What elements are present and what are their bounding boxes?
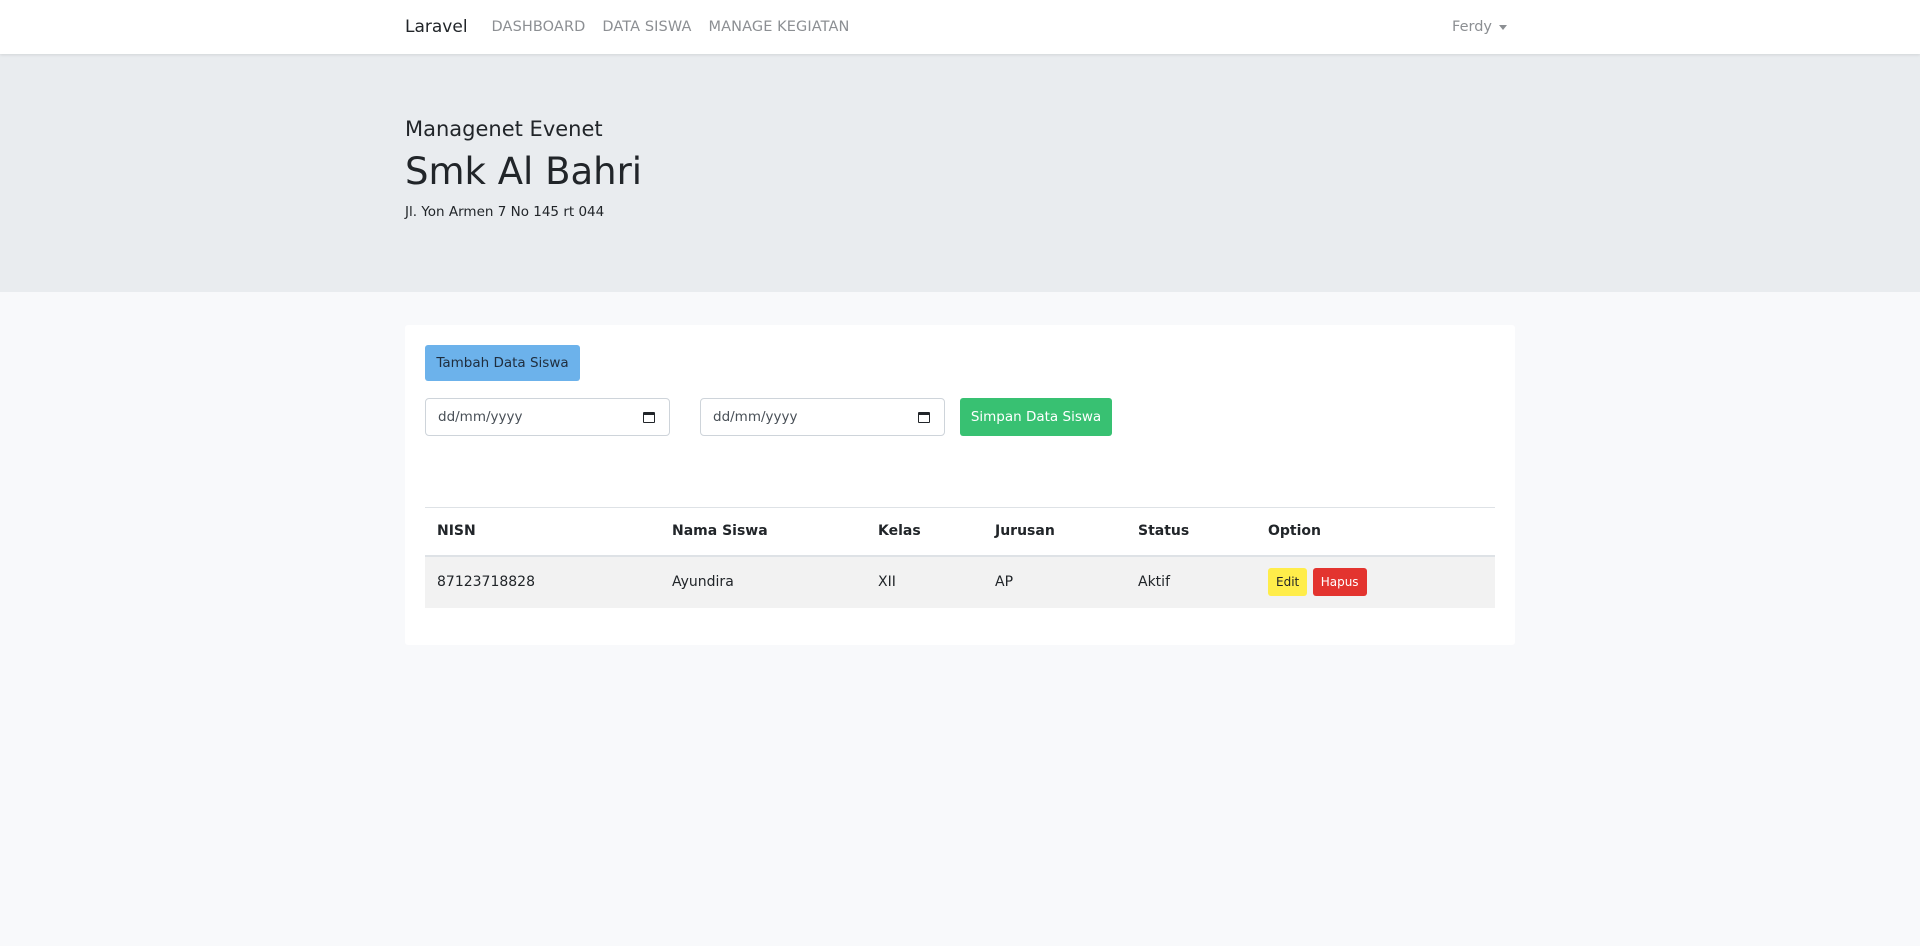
- cell-option: Edit Hapus: [1256, 555, 1495, 608]
- nav-link-data-siswa[interactable]: DATA SISWA: [602, 19, 691, 35]
- end-date-input[interactable]: dd/mm/yyyy: [700, 398, 945, 436]
- column-header-kelas: Kelas: [866, 507, 983, 557]
- start-date-placeholder: dd/mm/yyyy: [438, 409, 523, 425]
- header-subtitle: Managenet Evenet: [405, 117, 603, 141]
- end-date-placeholder: dd/mm/yyyy: [713, 409, 798, 425]
- caret-down-icon: [1499, 24, 1507, 30]
- header-content: Managenet Evenet Smk Al Bahri Jl. Yon Ar…: [405, 117, 642, 220]
- cell-status: Aktif: [1126, 555, 1256, 608]
- navbar-container: Laravel DASHBOARD DATA SISWA MANAGE KEGI…: [405, 0, 1507, 54]
- user-name: Ferdy: [1452, 19, 1492, 35]
- page-title: Smk Al Bahri: [405, 150, 643, 194]
- edit-button[interactable]: Edit: [1268, 568, 1308, 596]
- header-jumbotron: Managenet Evenet Smk Al Bahri Jl. Yon Ar…: [0, 54, 1920, 292]
- cell-nisn: 87123718828: [425, 555, 660, 608]
- cell-jurusan: AP: [983, 555, 1126, 608]
- column-header-nisn: NISN: [425, 507, 660, 557]
- column-header-jurusan: Jurusan: [983, 507, 1126, 557]
- column-header-option: Option: [1256, 507, 1495, 557]
- user-dropdown[interactable]: Ferdy: [1452, 19, 1507, 35]
- table-row: 87123718828 Ayundira XII AP Aktif Edit H…: [425, 555, 1495, 608]
- column-header-nama: Nama Siswa: [660, 507, 866, 557]
- start-date-input[interactable]: dd/mm/yyyy: [425, 398, 670, 436]
- add-student-button[interactable]: Tambah Data Siswa: [425, 345, 580, 381]
- cell-nama: Ayundira: [660, 555, 866, 608]
- top-navbar: Laravel DASHBOARD DATA SISWA MANAGE KEGI…: [0, 0, 1920, 54]
- nav-link-dashboard[interactable]: DASHBOARD: [492, 19, 586, 35]
- brand-link[interactable]: Laravel: [405, 17, 468, 37]
- student-data-card: Tambah Data Siswa dd/mm/yyyy dd/mm/yyyy …: [405, 325, 1515, 645]
- save-student-button[interactable]: Simpan Data Siswa: [960, 398, 1112, 436]
- delete-button[interactable]: Hapus: [1312, 568, 1367, 596]
- table-header-row: NISN Nama Siswa Kelas Jurusan Status Opt…: [425, 507, 1495, 557]
- column-header-status: Status: [1126, 507, 1256, 557]
- calendar-icon[interactable]: [918, 412, 930, 423]
- calendar-icon[interactable]: [643, 412, 655, 423]
- school-address: Jl. Yon Armen 7 No 145 rt 044: [405, 203, 605, 220]
- nav-link-manage-kegiatan[interactable]: MANAGE KEGIATAN: [709, 19, 850, 35]
- student-table: NISN Nama Siswa Kelas Jurusan Status Opt…: [425, 507, 1495, 608]
- cell-kelas: XII: [866, 555, 983, 608]
